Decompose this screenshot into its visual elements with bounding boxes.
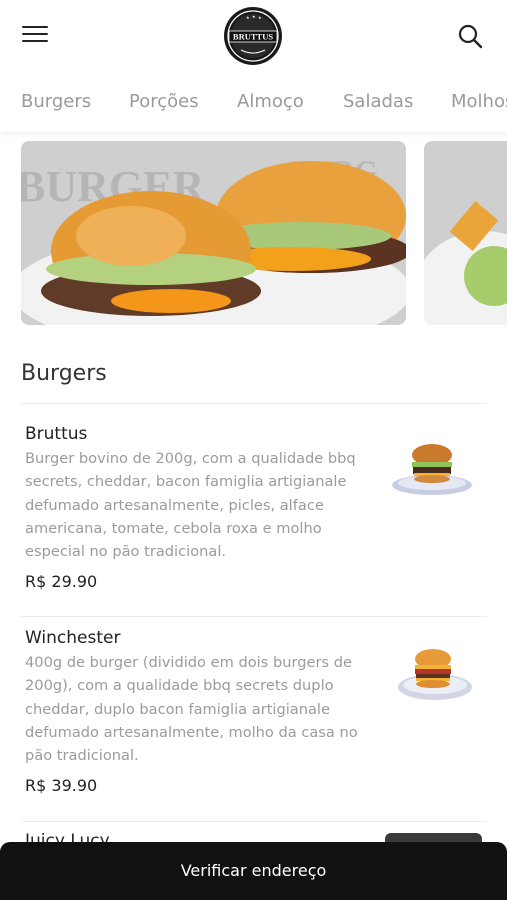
- divider: [21, 821, 487, 822]
- tab-saladas[interactable]: Saladas: [343, 91, 413, 112]
- fries-banner-image: [424, 141, 507, 325]
- item-description: 400g de burger (dividido em dois burgers…: [25, 654, 358, 765]
- menu-item[interactable]: Bruttus Burger bovino de 200g, com a qua…: [25, 423, 487, 591]
- logo-text: BRUTTUS: [233, 32, 273, 42]
- item-price: R$ 29.90: [25, 572, 98, 592]
- burger-thumbnail: [398, 649, 472, 700]
- item-name: Bruttus: [25, 424, 88, 444]
- divider: [21, 403, 487, 404]
- menu-line: [22, 40, 48, 42]
- hamburger-menu-icon[interactable]: [22, 26, 48, 46]
- brand-logo[interactable]: ★ ★ ★ BRUTTUS: [223, 6, 283, 66]
- svg-text:★: ★: [252, 14, 256, 19]
- item-price: R$ 39.90: [25, 776, 98, 796]
- burger-thumbnail: [392, 444, 472, 495]
- divider: [21, 616, 487, 617]
- section-title: Burgers: [21, 361, 107, 386]
- tab-burgers[interactable]: Burgers: [21, 91, 91, 112]
- banner-slide[interactable]: BURGER BURG: [21, 141, 406, 325]
- verify-address-button[interactable]: Verificar endereço: [0, 842, 507, 900]
- tab-almoco[interactable]: Almoço: [237, 91, 304, 112]
- menu-line: [22, 33, 48, 35]
- svg-text:★: ★: [258, 15, 262, 20]
- item-name: Winchester: [25, 628, 121, 648]
- tab-porcoes[interactable]: Porções: [129, 91, 199, 112]
- search-icon[interactable]: [456, 22, 484, 50]
- svg-text:★: ★: [246, 15, 250, 20]
- category-tabs: Burgers Porções Almoço Saladas Molhos: [0, 72, 507, 132]
- item-description: Burger bovino de 200g, com a qualidade b…: [25, 450, 356, 561]
- menu-item[interactable]: Winchester 400g de burger (dividido em d…: [25, 627, 487, 795]
- burger-banner-image: BURGER BURG: [21, 141, 406, 325]
- top-bar: ★ ★ ★ BRUTTUS: [0, 0, 507, 72]
- banner-carousel[interactable]: BURGER BURG: [0, 141, 507, 325]
- menu-line: [22, 26, 48, 28]
- tab-molhos[interactable]: Molhos: [451, 91, 507, 112]
- banner-slide[interactable]: [424, 141, 507, 325]
